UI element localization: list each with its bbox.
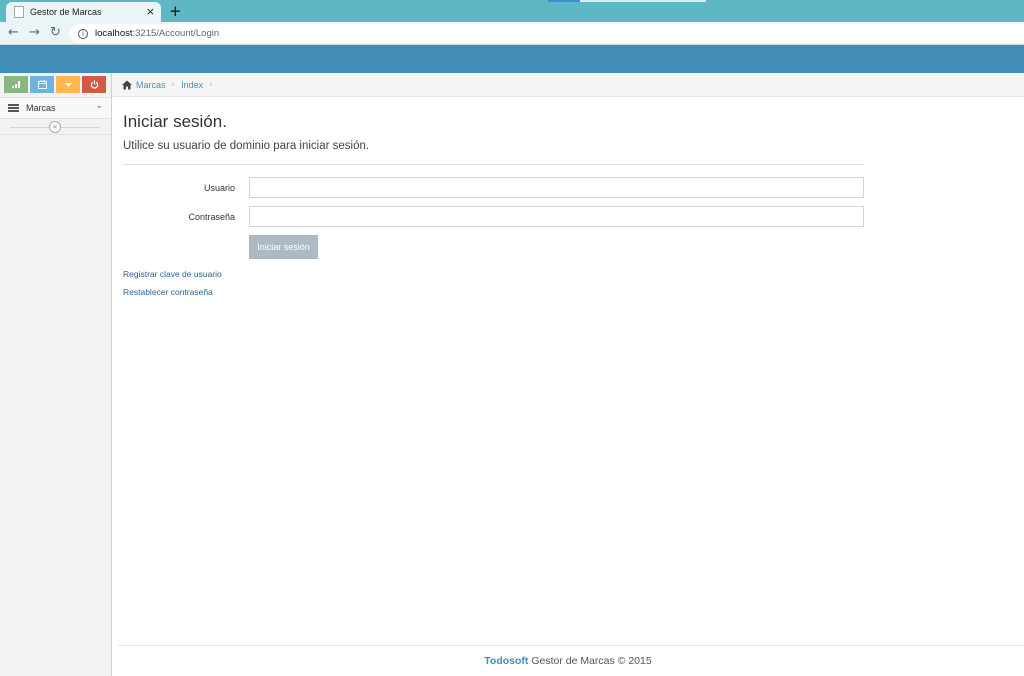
url-host: localhost [95, 28, 133, 39]
caret-down-icon[interactable] [56, 76, 80, 93]
info-icon[interactable]: i [78, 28, 88, 39]
tab-title: Gestor de Marcas [30, 7, 102, 17]
register-user-link[interactable]: Registrar clave de usuario [123, 269, 222, 279]
reload-icon[interactable]: ↻ [50, 25, 61, 41]
loading-indicator [548, 0, 706, 2]
breadcrumb-index[interactable]: Index [181, 80, 203, 90]
sidebar-item-marcas[interactable]: Marcas ⌄ [0, 97, 111, 119]
reset-password-link[interactable]: Restablecer contraseña [123, 287, 213, 297]
close-tab-icon[interactable]: × [146, 5, 155, 18]
sidebar: Marcas ⌄ « [0, 73, 112, 676]
breadcrumb-separator-icon: › [209, 79, 213, 90]
sidebar-shortcuts [4, 76, 106, 93]
app-header [0, 45, 1024, 73]
password-label: Contraseña [188, 212, 235, 222]
new-tab-button[interactable]: + [169, 2, 182, 20]
divider [123, 164, 864, 165]
breadcrumb-separator-icon: › [171, 79, 176, 90]
url-path: :3215/Account/Login [132, 28, 220, 39]
username-label: Usuario [203, 183, 235, 193]
breadcrumb-marcas[interactable]: Marcas [136, 80, 166, 90]
double-chevron-left-icon[interactable]: « [49, 121, 61, 133]
signal-icon[interactable] [4, 76, 28, 93]
calendar-icon[interactable] [30, 76, 54, 93]
footer-brand: Todosoft [484, 655, 529, 667]
forward-icon[interactable]: → [29, 25, 40, 41]
page-icon [14, 6, 24, 18]
list-icon [8, 104, 19, 112]
footer-divider [118, 645, 1024, 646]
address-bar[interactable]: i localhost:3215/Account/Login [70, 24, 1024, 43]
page-subtitle: Utilice su usuario de dominio para inici… [123, 140, 370, 152]
home-icon[interactable] [122, 80, 132, 90]
username-input[interactable] [249, 177, 864, 198]
page-title: Iniciar sesión. [123, 112, 227, 131]
login-button[interactable]: Iniciar sesión [249, 235, 318, 259]
sidebar-item-label: Marcas [26, 103, 56, 113]
back-icon[interactable]: ← [8, 25, 19, 41]
footer: Todosoft Gestor de Marcas © 2015 [112, 655, 1024, 667]
power-icon[interactable] [82, 76, 106, 93]
footer-text: Gestor de Marcas © 2015 [528, 655, 652, 667]
browser-tab-bar: Gestor de Marcas × + [0, 0, 1024, 22]
chevron-down-icon: ⌄ [95, 101, 103, 111]
browser-toolbar: ← → ↻ i localhost:3215/Account/Login [0, 22, 1024, 45]
breadcrumb: Marcas › Index › [112, 73, 1024, 97]
sidebar-collapse: « [0, 119, 111, 135]
password-input[interactable] [249, 206, 864, 227]
browser-tab[interactable]: Gestor de Marcas × [6, 2, 161, 22]
